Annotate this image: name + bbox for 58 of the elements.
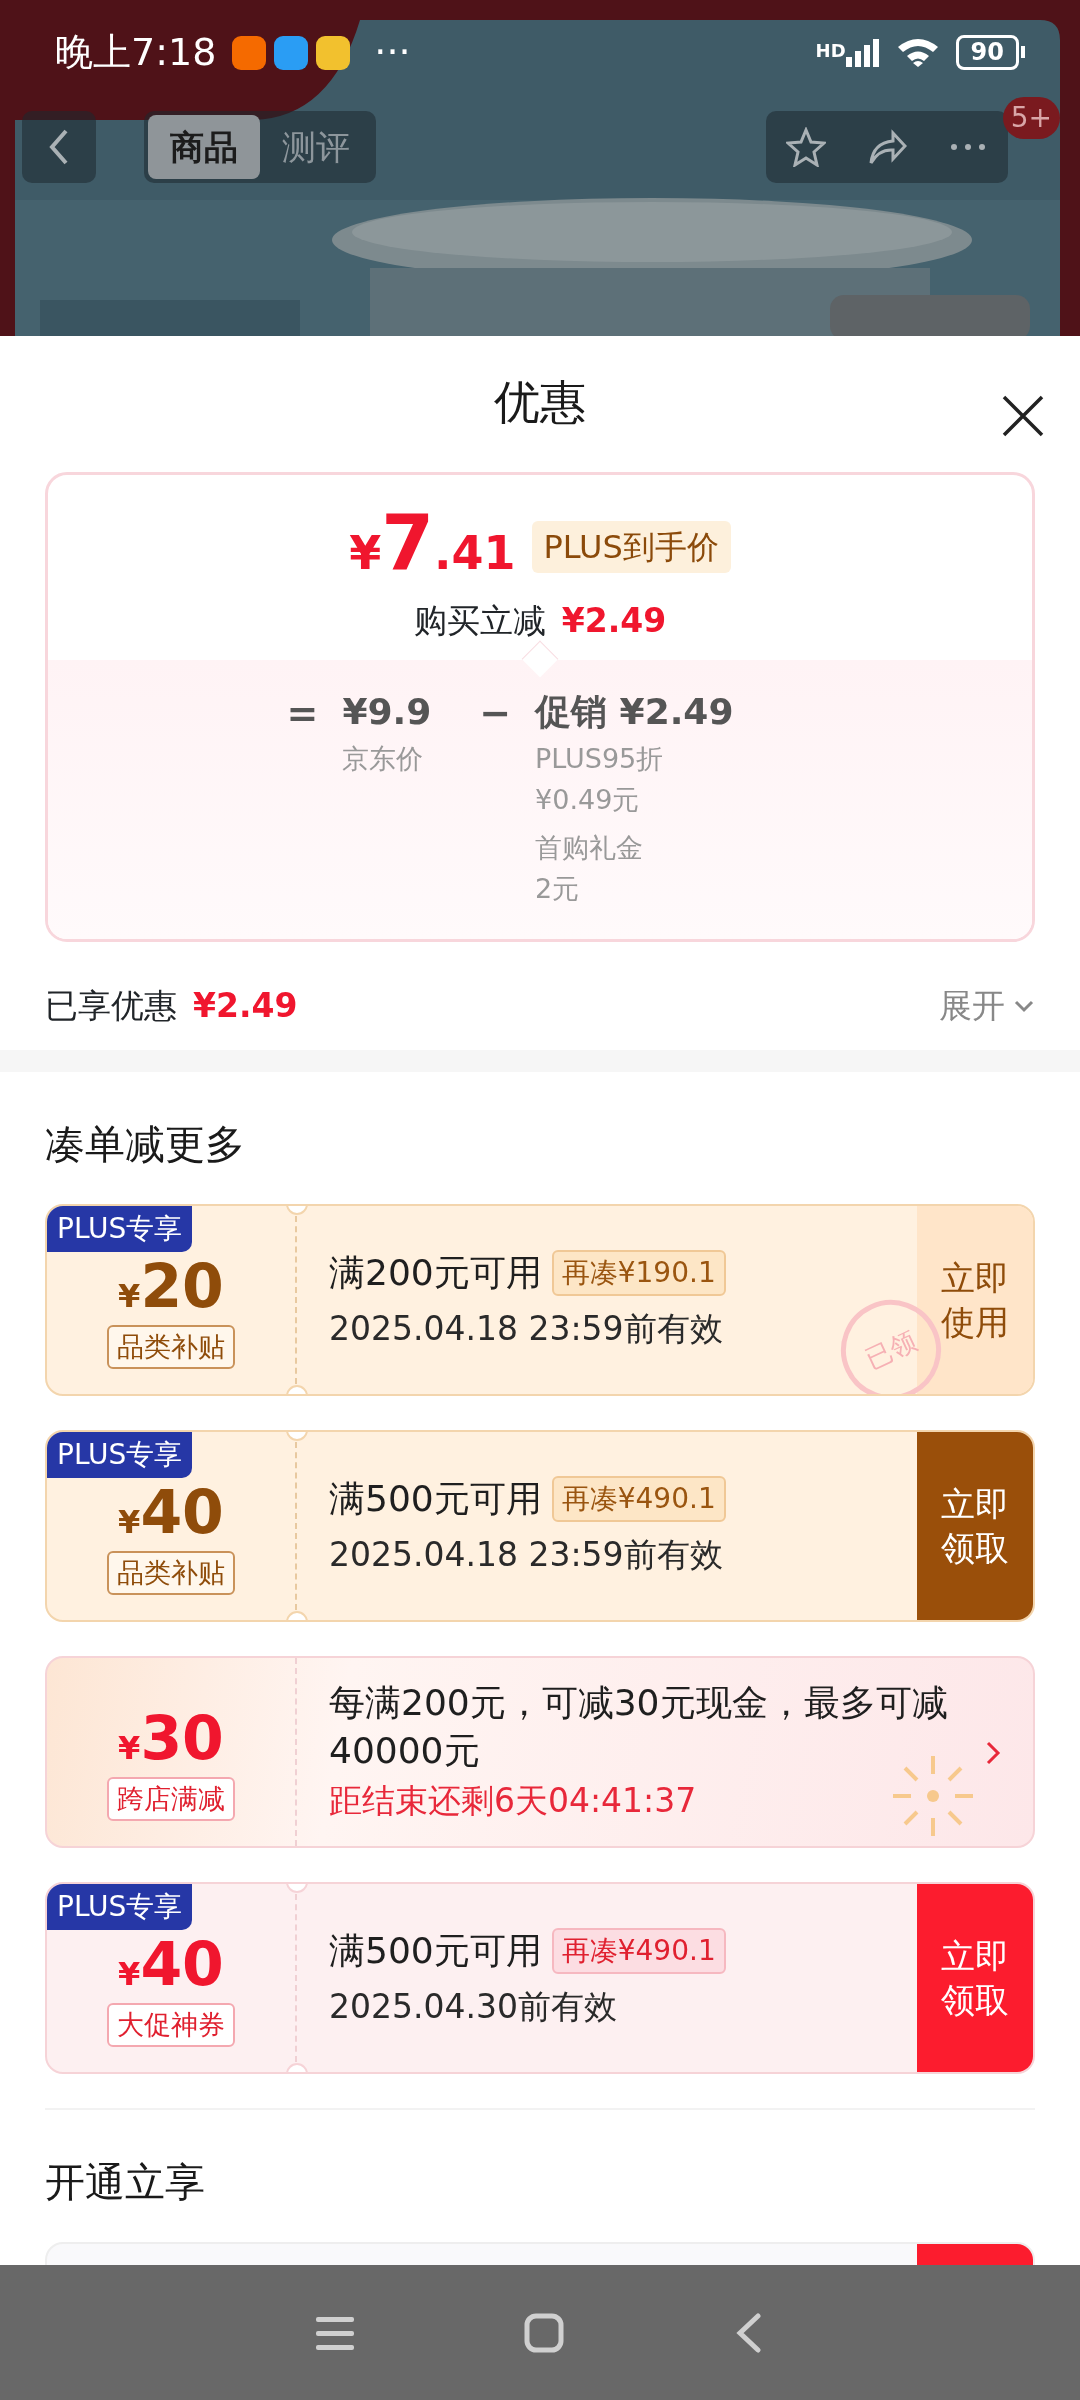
reduce-label: 购买立减 (413, 600, 546, 642)
coupon-validity: 2025.04.18 23:59前有效 (329, 1534, 724, 1577)
countdown-text: 距结束还剩6天04:41:37 (329, 1779, 698, 1822)
coupon-validity: 2025.04.18 23:59前有效 (329, 1308, 724, 1351)
coupon-amount: ¥40 (118, 1478, 224, 1545)
coupon-amount: ¥30 (118, 1704, 224, 1771)
plus-badge: PLUS专享 (47, 1206, 193, 1252)
savings-value: ¥2.49 (193, 985, 298, 1028)
coupon-tag: 品类补贴 (107, 1324, 235, 1370)
coupon-condition: 满200元可用 (329, 1251, 542, 1296)
base-price: ¥9.9 (342, 690, 432, 734)
coupon-tag: 跨店满减 (107, 1776, 235, 1822)
battery-level: 90 (955, 35, 1019, 70)
chevron-right-icon[interactable] (985, 1740, 1001, 1766)
remaining-amount: 再凑¥190.1 (551, 1250, 726, 1297)
coupon-condition: 满500元可用 (329, 1929, 542, 1974)
promo-amount: ¥0.49元 (535, 782, 641, 817)
base-price-label: 京东价 (342, 742, 425, 776)
promo-name: PLUS95折 (535, 742, 665, 776)
star-icon[interactable] (786, 127, 827, 167)
reduce-value: ¥2.49 (561, 600, 667, 642)
more-notifications: ··· (374, 29, 411, 76)
section-title: 开通立享 (44, 2158, 206, 2207)
promo-name: 首购礼金 (535, 831, 645, 865)
app-icon (232, 35, 267, 70)
close-icon[interactable] (1002, 394, 1044, 437)
promo-total: 促销 ¥2.49 (535, 690, 734, 734)
network-label: HD (815, 39, 846, 64)
remaining-amount: 再凑¥490.1 (551, 1476, 726, 1523)
tab[interactable]: 测评 (260, 115, 372, 179)
expand-toggle[interactable]: 展开 (939, 981, 1035, 1031)
coupon-amount: ¥40 (118, 1930, 224, 1997)
price-tag: PLUS到手价 (531, 520, 731, 573)
promo-amount: 2元 (535, 871, 581, 906)
home-icon[interactable] (524, 2312, 564, 2353)
section-title: 凑单减更多 (44, 1120, 246, 1169)
savings-label: 已享优惠 (45, 985, 177, 1028)
coupon-validity: 2025.04.30前有效 (329, 1986, 618, 2029)
coupon-action-button[interactable]: 立即领取 (917, 1884, 1033, 2072)
coupon-amount: ¥20 (118, 1252, 224, 1319)
tab[interactable]: 商品 (148, 115, 260, 179)
signal-icon (845, 37, 880, 68)
final-price: ¥7.41 (349, 505, 516, 588)
coupon-tag: 品类补贴 (107, 1550, 235, 1596)
coupon-action-button[interactable]: 立即使用 (917, 1206, 1033, 1394)
status-time: 晚上7:18 (55, 29, 217, 76)
promo-description: 每满200元，可减30元现金，最多可减40000元 (329, 1680, 949, 1774)
coupon-action-button[interactable]: 立即领取 (917, 1432, 1033, 1620)
plus-badge: PLUS专享 (47, 1432, 193, 1478)
equals-sign: = (286, 690, 319, 737)
remaining-amount: 再凑¥490.1 (551, 1928, 726, 1975)
coupon-condition: 满500元可用 (329, 1477, 542, 1522)
back-button[interactable] (22, 111, 96, 183)
plus-badge: PLUS专享 (47, 1884, 193, 1930)
back-icon[interactable] (734, 2312, 764, 2353)
coupon-tag: 大促神券 (107, 2002, 235, 2048)
minus-sign: − (479, 690, 512, 737)
sheet-title: 优惠 (494, 373, 586, 431)
